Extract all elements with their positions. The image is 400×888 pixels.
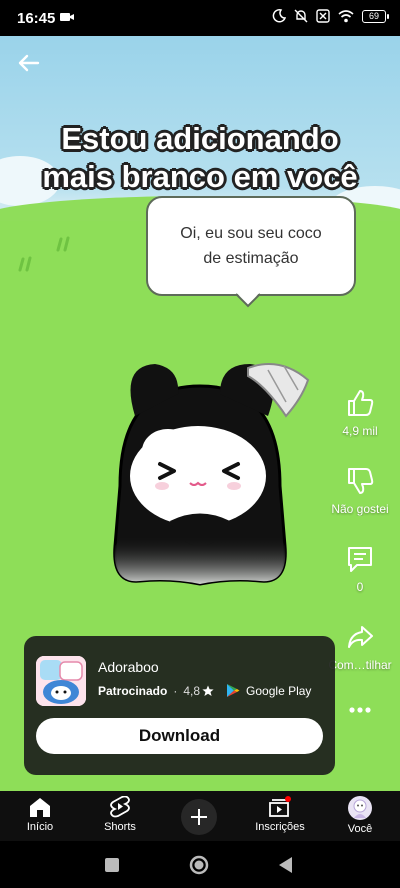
recents-icon[interactable] xyxy=(104,857,120,873)
speech-bubble-tail xyxy=(236,292,260,308)
back-button[interactable] xyxy=(14,48,44,78)
system-navigation xyxy=(0,841,400,888)
wifi-icon xyxy=(338,9,354,22)
nav-shorts-label: Shorts xyxy=(104,821,136,833)
like-button[interactable]: 4,9 mil xyxy=(320,388,400,438)
nav-home-label: Início xyxy=(26,821,54,833)
nav-you[interactable]: Você xyxy=(320,796,400,835)
home-system-icon[interactable] xyxy=(188,854,210,876)
bottom-navigation: Início Shorts Inscrições Você xyxy=(0,791,400,841)
back-system-icon[interactable] xyxy=(278,856,294,874)
speech-bubble: Oi, eu sou seu coco de estimação xyxy=(146,196,356,296)
nav-home[interactable]: Início xyxy=(0,796,80,833)
star-icon xyxy=(202,685,214,696)
comment-count: 0 xyxy=(356,580,364,594)
add-icon xyxy=(191,809,207,825)
moon-icon xyxy=(272,9,286,23)
app-name: Adoraboo xyxy=(98,659,159,675)
like-count: 4,9 mil xyxy=(342,424,378,438)
battery-indicator: 69 xyxy=(362,9,389,23)
caption-line-1: Estou adicionando xyxy=(61,121,339,156)
nav-subscriptions[interactable]: Inscrições xyxy=(240,796,320,833)
comments-button[interactable]: 0 xyxy=(320,544,400,594)
nav-you-label: Você xyxy=(347,823,373,835)
store-name: Google Play xyxy=(246,683,312,698)
nav-shorts[interactable]: Shorts xyxy=(80,796,160,833)
avatar xyxy=(348,796,372,820)
mute-bell-icon xyxy=(294,9,308,23)
caption-line-2: mais branco em você xyxy=(42,159,358,194)
video-caption: Estou adicionando mais branco em você xyxy=(0,120,400,196)
download-button[interactable]: Download xyxy=(36,718,323,754)
camera-icon xyxy=(60,13,74,21)
like-icon xyxy=(348,390,374,416)
dislike-label: Não gostei xyxy=(331,502,389,516)
nav-subscriptions-label: Inscrições xyxy=(255,821,305,833)
grass-tuft xyxy=(18,256,32,272)
home-icon xyxy=(30,798,50,817)
create-button[interactable] xyxy=(181,799,217,835)
meta-separator: · xyxy=(173,683,178,698)
comment-icon xyxy=(348,547,372,572)
status-bar: 16:45 69 xyxy=(0,0,400,36)
app-icon xyxy=(36,656,86,706)
back-arrow-icon xyxy=(18,54,40,72)
subscriptions-icon xyxy=(269,796,291,817)
screen: 16:45 69 Estou adicionando mais branco e… xyxy=(0,0,400,888)
more-icon xyxy=(349,707,371,713)
pet-character xyxy=(113,363,310,586)
sim-off-icon xyxy=(316,9,330,23)
rating-value: 4,8 xyxy=(183,683,201,698)
dislike-button[interactable]: Não gostei xyxy=(320,466,400,516)
dislike-icon xyxy=(348,468,374,494)
google-play-icon xyxy=(227,684,240,697)
status-icons: 69 xyxy=(272,9,389,23)
speech-line-2: de estimação xyxy=(203,250,299,267)
shorts-icon xyxy=(110,796,130,818)
sponsored-label: Patrocinado xyxy=(98,683,168,698)
grass-tuft xyxy=(56,236,70,252)
ad-meta: Patrocinado · 4,8 Google Play xyxy=(98,683,311,698)
video-player[interactable]: Estou adicionando mais branco em você Oi… xyxy=(0,36,400,791)
speech-line-1: Oi, eu sou seu coco xyxy=(180,225,322,242)
status-time: 16:45 xyxy=(17,10,56,27)
ad-card[interactable]: Adoraboo Patrocinado · 4,8 Google Play D… xyxy=(24,636,335,775)
share-icon xyxy=(348,626,373,648)
app-icon-image xyxy=(36,656,86,706)
